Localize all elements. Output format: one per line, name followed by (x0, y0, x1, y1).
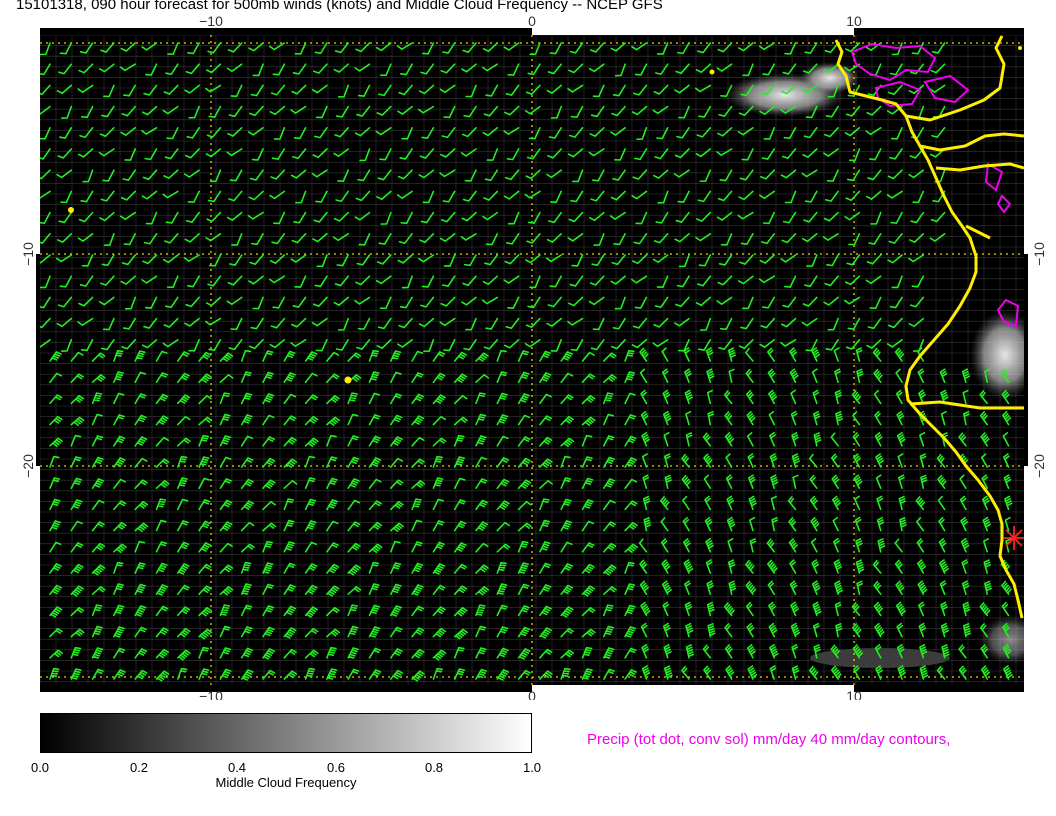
forecast-map: −10 0 10 −10 0 10 −10 −20 −10 −20 (20, 13, 1047, 700)
cloud-patch (800, 62, 860, 94)
cloud-patch (970, 310, 1024, 400)
colorbar-tick: 0.8 (424, 760, 444, 775)
colorbar-tick: 1.0 (522, 760, 542, 775)
frame-left (36, 254, 40, 466)
lon-label-top-east: 10 (846, 13, 862, 29)
lon-label-bottom-west: −10 (199, 688, 223, 700)
feature-dot (709, 69, 715, 75)
colorbar-tick: 0.6 (326, 760, 346, 775)
colorbar-tick: 0.2 (129, 760, 149, 775)
colorbar-tick: 0.4 (227, 760, 247, 775)
frame-right (1024, 254, 1028, 466)
colorbar-tick: 0.0 (30, 760, 50, 775)
feature-dot (344, 376, 352, 384)
lat-label-right-10: −10 (1031, 242, 1047, 266)
frame-bottom-white (532, 685, 854, 692)
precip-legend-note: Precip (tot dot, conv sol) mm/day 40 mm/… (587, 731, 951, 748)
lat-label-right-20: −20 (1031, 454, 1047, 478)
lon-label-bottom-zero: 0 (528, 688, 536, 700)
lon-label-top-west: −10 (199, 13, 223, 29)
feature-dot (68, 207, 74, 213)
colorbar-label: Middle Cloud Frequency (215, 775, 357, 790)
cloud-patch (980, 615, 1024, 665)
colorbar-scale (40, 713, 532, 753)
lat-label-left-10: −10 (20, 242, 36, 266)
feature-dot (1018, 46, 1022, 50)
lon-label-top-zero: 0 (528, 13, 536, 29)
lat-label-left-20: −20 (20, 454, 36, 478)
frame-top-white (532, 28, 854, 35)
lon-label-bottom-east: 10 (846, 688, 862, 700)
